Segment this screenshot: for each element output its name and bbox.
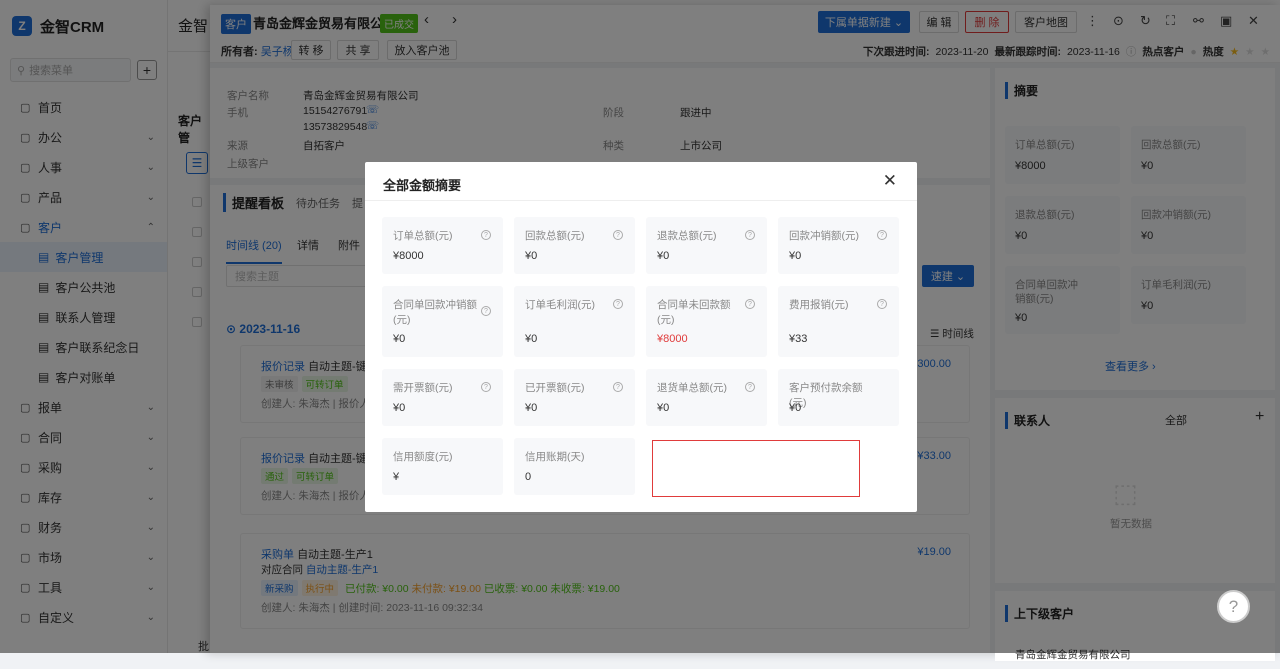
amount-label: 客户预付款余额(元) (789, 382, 863, 409)
amount-cell: 费用报销(元)? ¥33 (778, 286, 899, 357)
amount-label: 信用账期(天) (525, 451, 585, 463)
amount-cell: 回款总额(元)? ¥0 (514, 217, 635, 274)
amount-value: ¥0 (657, 250, 670, 262)
close-icon[interactable]: ✕ (883, 171, 897, 191)
amount-cell: 已开票额(元)? ¥0 (514, 369, 635, 426)
amount-value: ¥0 (789, 250, 802, 262)
info-icon[interactable]: ? (745, 382, 755, 392)
amount-label: 回款总额(元) (525, 230, 585, 242)
amount-value: ¥0 (525, 333, 538, 345)
amount-cell: 订单总额(元)? ¥8000 (382, 217, 503, 274)
amount-value: ¥0 (657, 402, 670, 414)
info-icon[interactable]: ? (481, 382, 491, 392)
amount-value: ¥0 (525, 402, 538, 414)
amount-cell: 订单毛利润(元)? ¥0 (514, 286, 635, 357)
amount-cell: 退款总额(元)? ¥0 (646, 217, 767, 274)
amount-label: 退款总额(元) (657, 230, 717, 242)
amount-cell: 退货单总额(元)? ¥0 (646, 369, 767, 426)
info-icon[interactable]: ? (613, 299, 623, 309)
amount-value: ¥0 (393, 333, 406, 345)
amount-value: ¥33 (789, 333, 808, 345)
amount-value: 0 (525, 471, 532, 483)
amount-value: ¥0 (393, 402, 406, 414)
amount-value: ¥8000 (393, 250, 424, 262)
amount-label: 订单毛利润(元) (525, 299, 595, 311)
amount-summary-modal: 全部金额摘要 ✕ 订单总额(元)? ¥8000 回款总额(元)? ¥0 退款总额(元)?… (365, 162, 917, 512)
amount-cell: 信用账期(天) 0 (514, 438, 635, 495)
info-icon[interactable]: ? (613, 230, 623, 240)
highlight-box (652, 440, 860, 497)
amount-cell: 信用额度(元) ¥ (382, 438, 503, 495)
amount-label: 订单总额(元) (393, 230, 453, 242)
amount-label: 回款冲销额(元) (789, 230, 859, 242)
help-button[interactable]: ? (1217, 590, 1250, 623)
amount-label: 合同单回款冲销额(元) (393, 299, 477, 326)
info-icon[interactable]: ? (877, 299, 887, 309)
amount-cell: 合同单回款冲销额(元)? ¥0 (382, 286, 503, 357)
info-icon[interactable]: ? (481, 306, 491, 316)
amount-label: 需开票额(元) (393, 382, 453, 394)
info-icon[interactable]: ? (745, 299, 755, 309)
info-icon[interactable]: ? (877, 230, 887, 240)
modal-title: 全部金额摘要 (383, 178, 462, 193)
amount-cell: 合同单未回款额(元)? ¥8000 (646, 286, 767, 357)
amount-label: 已开票额(元) (525, 382, 585, 394)
amount-label: 合同单未回款额(元) (657, 299, 731, 326)
amount-value: ¥ (393, 471, 400, 483)
amount-cell: 需开票额(元)? ¥0 (382, 369, 503, 426)
info-icon[interactable]: ? (745, 230, 755, 240)
amount-value: ¥8000 (657, 333, 688, 345)
info-icon[interactable]: ? (613, 382, 623, 392)
amount-cell: 客户预付款余额(元) ¥0 (778, 369, 899, 426)
help-icon: ? (1228, 596, 1239, 616)
amount-label: 信用额度(元) (393, 451, 453, 463)
amount-value: ¥0 (789, 402, 802, 414)
info-icon[interactable]: ? (481, 230, 491, 240)
amount-label: 退货单总额(元) (657, 382, 727, 394)
amount-label: 费用报销(元) (789, 299, 849, 311)
divider (365, 200, 917, 201)
amount-value: ¥0 (525, 250, 538, 262)
amount-cell: 回款冲销额(元)? ¥0 (778, 217, 899, 274)
